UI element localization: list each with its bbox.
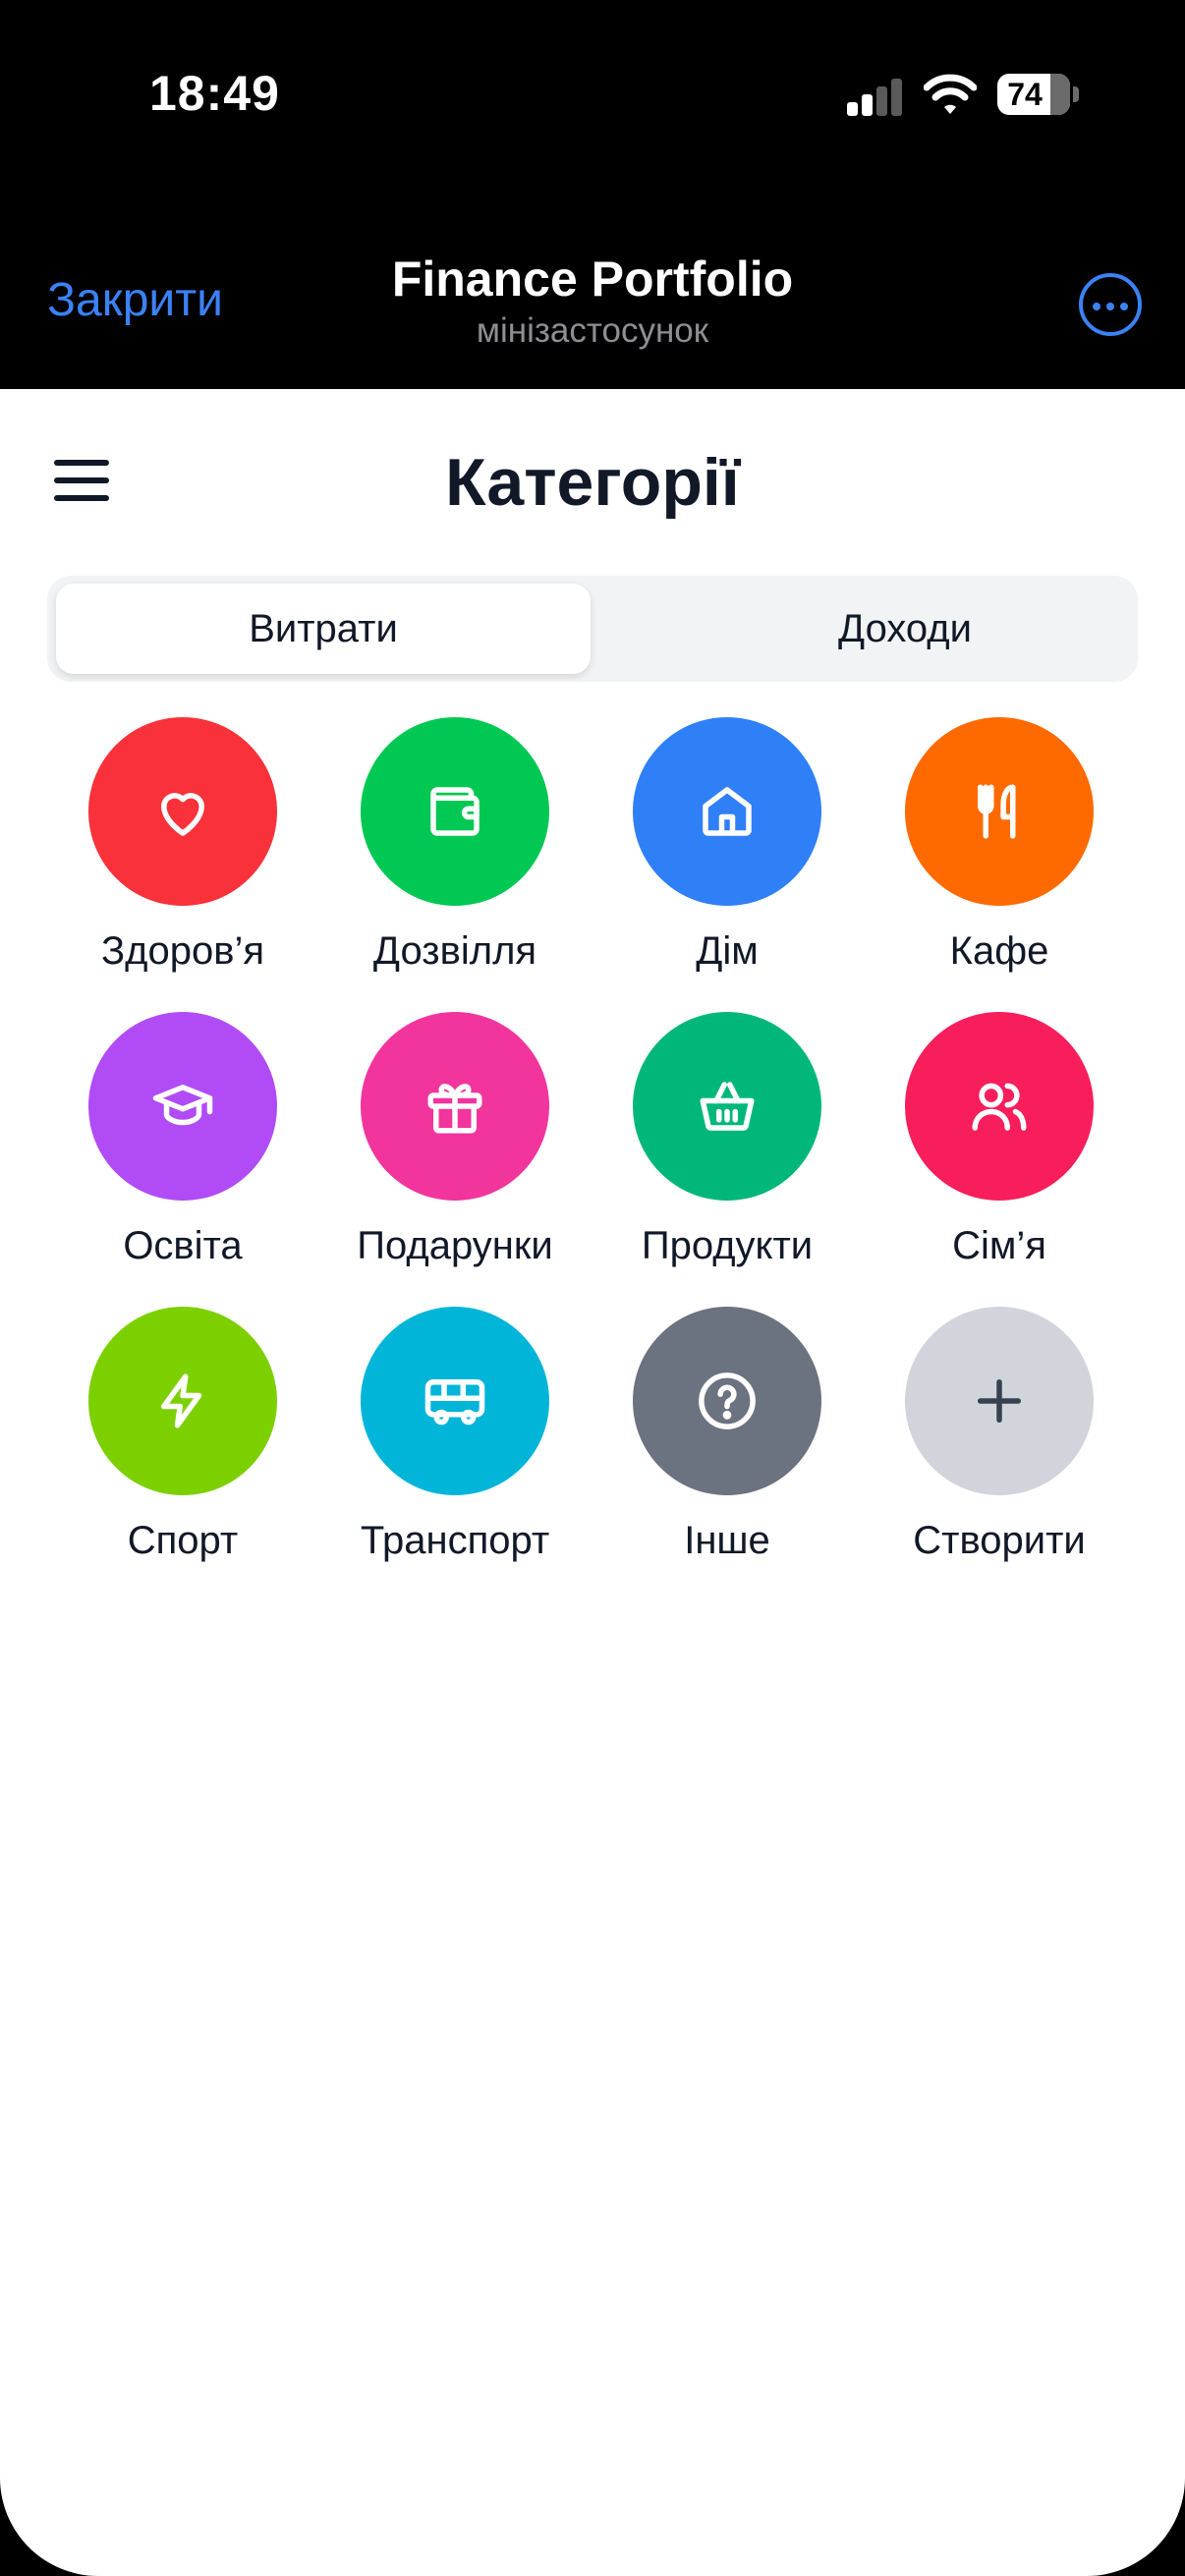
app-title: Finance Portfolio (391, 252, 794, 307)
category-label: Створити (913, 1519, 1086, 1562)
category-other[interactable]: Інше (599, 1307, 855, 1592)
category-education[interactable]: Освіта (55, 1012, 310, 1297)
category-home[interactable]: Дім (599, 717, 855, 1002)
category-health[interactable]: Здоров’я (55, 717, 310, 1002)
category-label: Подарунки (357, 1224, 553, 1267)
heart-icon (161, 793, 204, 836)
plus-icon (978, 1379, 1021, 1423)
cellular-signal-icon (847, 77, 906, 116)
category-icon-bg (905, 1307, 1094, 1495)
category-gifts[interactable]: Подарунки (327, 1012, 583, 1297)
category-transport[interactable]: Транспорт (327, 1307, 583, 1592)
battery-icon: 74 (997, 74, 1080, 115)
category-label: Спорт (127, 1519, 239, 1562)
basket-icon (700, 1082, 755, 1131)
page-title: Категорії (445, 445, 740, 520)
status-bar: 18:49 74 (0, 0, 1185, 196)
category-groceries[interactable]: Продукти (599, 1012, 855, 1297)
app-content: Категорії Витрати Доходи Здоров’я Дозвіл… (0, 389, 1185, 2576)
bus-icon (424, 1379, 485, 1426)
wallet-icon (430, 787, 480, 836)
category-icon-bg (361, 1307, 549, 1495)
users-icon (972, 1083, 1027, 1131)
category-icon-bg (361, 717, 549, 906)
category-label: Дім (696, 929, 759, 973)
category-icon-bg (88, 1307, 277, 1495)
category-label: Освіта (123, 1224, 243, 1267)
category-icon-bg (633, 717, 821, 906)
category-sport[interactable]: Спорт (55, 1307, 310, 1592)
category-label: Дозвілля (372, 929, 537, 973)
battery-level: 74 (1007, 77, 1043, 112)
category-label: Продукти (641, 1224, 814, 1267)
category-label: Транспорт (360, 1519, 550, 1562)
category-icon-bg (88, 717, 277, 906)
category-icon-bg (361, 1012, 549, 1201)
category-leisure[interactable]: Дозвілля (327, 717, 583, 1002)
type-segmented-control: Витрати Доходи (47, 576, 1138, 682)
category-icon-bg (905, 1012, 1094, 1201)
tab-expenses[interactable]: Витрати (56, 584, 591, 674)
app-subtitle: мінізастосунок (476, 311, 709, 350)
category-icon-bg (905, 717, 1094, 906)
category-family[interactable]: Сім’я (872, 1012, 1127, 1297)
home-icon (703, 787, 752, 836)
category-label: Інше (684, 1519, 770, 1562)
category-label: Здоров’я (100, 929, 265, 973)
wifi-icon (924, 74, 977, 114)
gift-icon (427, 1084, 482, 1134)
tab-income[interactable]: Доходи (638, 584, 1172, 674)
graduation-cap-icon (152, 1085, 213, 1126)
category-icon-bg (88, 1012, 277, 1201)
clock: 18:49 (149, 66, 280, 121)
mini-app-header: Закрити Finance Portfolio мінізастосунок (0, 196, 1185, 389)
question-icon (699, 1372, 756, 1429)
category-create[interactable]: Створити (872, 1307, 1127, 1592)
category-cafe[interactable]: Кафе (872, 717, 1127, 1002)
category-label: Сім’я (952, 1224, 1046, 1267)
more-options-button[interactable] (1079, 273, 1142, 336)
category-icon-bg (633, 1307, 821, 1495)
lightning-icon (161, 1373, 202, 1428)
utensils-icon (978, 784, 1016, 839)
category-icon-bg (633, 1012, 821, 1201)
category-label: Кафе (949, 929, 1049, 973)
